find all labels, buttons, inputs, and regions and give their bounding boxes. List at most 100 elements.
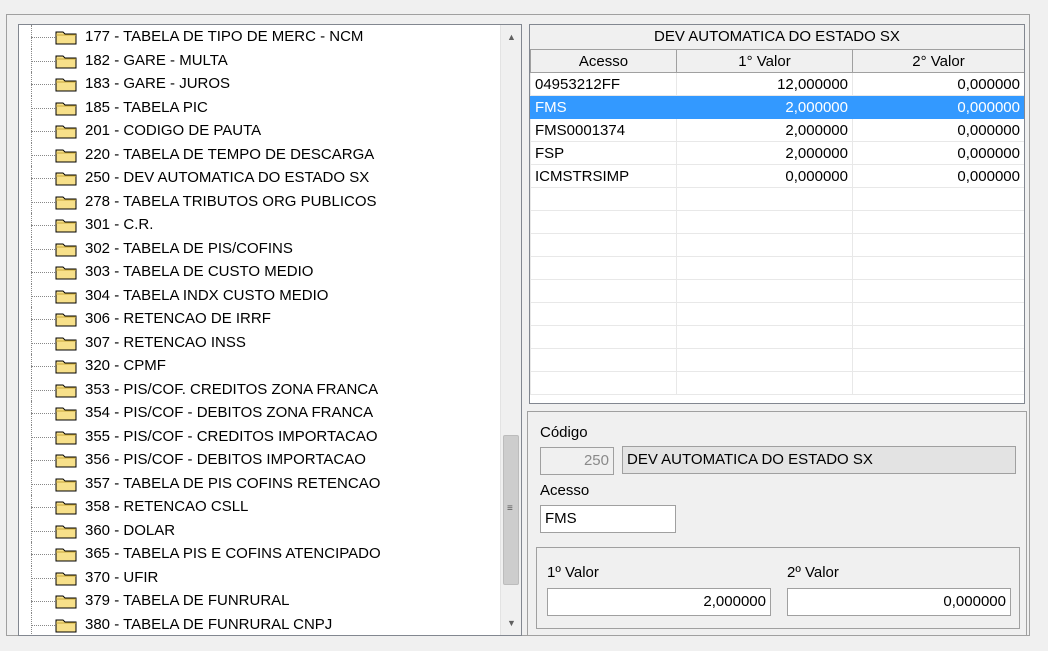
tree-item[interactable]: 365 - TABELA PIS E COFINS ATENCIPADO (19, 542, 497, 566)
tree-item[interactable]: 183 - GARE - JUROS (19, 72, 497, 96)
tree-item-label: 306 - RETENCAO DE IRRF (85, 310, 271, 327)
table-row[interactable]: 04953212FF 12,000000 0,000000 (530, 72, 1024, 96)
tree-item[interactable]: 358 - RETENCAO CSLL (19, 495, 497, 519)
tree-item[interactable]: 303 - TABELA DE CUSTO MEDIO (19, 260, 497, 284)
folder-icon (55, 219, 77, 233)
cell-acesso: FMS (530, 95, 677, 119)
tree-item-label: 183 - GARE - JUROS (85, 75, 231, 92)
tree-item[interactable]: 177 - TABELA DE TIPO DE MERC - NCM (19, 25, 497, 49)
folder-icon (55, 360, 77, 374)
tree-item-label: 380 - TABELA DE FUNRURAL CNPJ (85, 615, 333, 633)
tree-scrollbar[interactable]: ▲ ≡ ▼ (500, 25, 521, 635)
folder-icon (55, 125, 77, 139)
table-row[interactable]: FMS 2,000000 0,000000 (530, 95, 1024, 119)
tree-item-label: 370 - UFIR (85, 568, 159, 586)
tree-connector (31, 225, 55, 226)
tree-item-label: 320 - CPMF (85, 357, 166, 374)
cell-valor1: 0,000000 (676, 164, 853, 188)
tree-item[interactable]: 360 - DOLAR (19, 518, 497, 542)
tree-item[interactable]: 355 - PIS/COF - CREDITOS IMPORTACAO (19, 424, 497, 448)
column-header-valor2[interactable]: 2° Valor (852, 50, 1024, 73)
empty-cell (852, 210, 1024, 234)
empty-cell (676, 279, 853, 303)
tree-connector (31, 507, 55, 508)
column-header-valor1[interactable]: 1° Valor (676, 50, 853, 73)
empty-cell (530, 256, 677, 280)
tree-item[interactable]: 354 - PIS/COF - DEBITOS ZONA FRANCA (19, 401, 497, 425)
tree-item[interactable]: 304 - TABELA INDX CUSTO MEDIO (19, 283, 497, 307)
table-row[interactable]: FMS0001374 2,000000 0,000000 (530, 118, 1024, 142)
tree-connector (31, 389, 55, 391)
tree-connector (31, 436, 55, 438)
tree-item[interactable]: 201 - CODIGO DE PAUTA (19, 119, 497, 143)
tree-item[interactable]: 357 - TABELA DE PIS COFINS RETENCAO (19, 471, 497, 495)
tree-connector (31, 37, 55, 38)
cell-acesso: ICMSTRSIMP (530, 164, 677, 188)
acesso-field[interactable]: FMS (540, 505, 676, 533)
tree-item[interactable]: 356 - PIS/COF - DEBITOS IMPORTACAO (19, 448, 497, 472)
folder-icon (55, 548, 77, 562)
tree-item[interactable]: 301 - C.R. (19, 213, 497, 237)
empty-cell (852, 187, 1024, 211)
codigo-field[interactable]: 250 (540, 447, 614, 475)
tree-connector (31, 60, 55, 62)
tree-connector (31, 201, 55, 203)
empty-row (530, 233, 1024, 257)
empty-cell (530, 371, 677, 395)
tree-item-label: 365 - TABELA PIS E COFINS ATENCIPADO (85, 545, 381, 562)
cell-valor1: 2,000000 (676, 95, 853, 119)
folder-icon (55, 172, 77, 186)
column-header-acesso[interactable]: Acesso (530, 50, 677, 73)
tree-item[interactable]: 320 - CPMF (19, 354, 497, 378)
tree-item[interactable]: 307 - RETENCAO INSS (19, 330, 497, 354)
valor1-field[interactable]: 2,000000 (547, 588, 771, 616)
tree-connector (31, 178, 55, 179)
cell-valor2: 0,000000 (852, 164, 1024, 188)
tree-item[interactable]: 185 - TABELA PIC (19, 95, 497, 119)
descricao-field[interactable]: DEV AUTOMATICA DO ESTADO SX (622, 446, 1016, 474)
valor2-label: 2º Valor (787, 564, 839, 581)
tree-item[interactable]: 302 - TABELA DE PIS/COFINS (19, 236, 497, 260)
cell-valor1: 2,000000 (676, 118, 853, 142)
tree-connector (31, 248, 55, 250)
folder-icon (55, 525, 77, 538)
folder-icon (55, 572, 77, 585)
table-tree[interactable]: 177 - TABELA DE TIPO DE MERC - NCM 182 - … (18, 24, 522, 636)
tree-item-label: 220 - TABELA DE TEMPO DE DESCARGA (85, 145, 375, 163)
cell-valor2: 0,000000 (852, 72, 1024, 96)
valor2-field[interactable]: 0,000000 (787, 588, 1011, 616)
tree-item[interactable]: 182 - GARE - MULTA (19, 48, 497, 72)
scroll-down-arrow-icon[interactable]: ▼ (501, 613, 521, 633)
tree-item[interactable]: 306 - RETENCAO DE IRRF (19, 307, 497, 331)
folder-icon (55, 619, 77, 632)
table-row[interactable]: FSP 2,000000 0,000000 (530, 141, 1024, 165)
acesso-label: Acesso (540, 482, 590, 499)
cell-acesso: 04953212FF (530, 72, 677, 96)
tree-item-label: 278 - TABELA TRIBUTOS ORG PUBLICOS (85, 192, 377, 210)
empty-row (530, 302, 1024, 326)
tree-item-label: 360 - DOLAR (85, 521, 176, 539)
empty-cell (530, 187, 677, 211)
tree-item[interactable]: 380 - TABELA DE FUNRURAL CNPJ (19, 612, 497, 635)
table-row[interactable]: ICMSTRSIMP 0,000000 0,000000 (530, 164, 1024, 188)
scroll-thumb[interactable]: ≡ (503, 435, 519, 585)
empty-cell (676, 210, 853, 234)
tree-item[interactable]: 250 - DEV AUTOMATICA DO ESTADO SX (19, 166, 497, 190)
tree-connector (31, 554, 55, 555)
tree-item-label: 304 - TABELA INDX CUSTO MEDIO (85, 286, 329, 304)
tree-item[interactable]: 379 - TABELA DE FUNRURAL (19, 589, 497, 613)
tree-connector (31, 460, 55, 461)
tree-item-label: 379 - TABELA DE FUNRURAL (85, 592, 290, 609)
folder-icon (55, 243, 77, 256)
values-grid[interactable]: DEV AUTOMATICA DO ESTADO SX Acesso 1° Va… (529, 24, 1025, 404)
tree-item[interactable]: 353 - PIS/COF. CREDITOS ZONA FRANCA (19, 377, 497, 401)
empty-row (530, 210, 1024, 234)
tree-item[interactable]: 220 - TABELA DE TEMPO DE DESCARGA (19, 142, 497, 166)
scroll-up-arrow-icon[interactable]: ▲ (501, 27, 521, 47)
empty-cell (852, 233, 1024, 257)
empty-cell (676, 187, 853, 211)
tree-item[interactable]: 370 - UFIR (19, 565, 497, 589)
empty-row (530, 325, 1024, 349)
cell-valor2: 0,000000 (852, 141, 1024, 165)
tree-item[interactable]: 278 - TABELA TRIBUTOS ORG PUBLICOS (19, 189, 497, 213)
